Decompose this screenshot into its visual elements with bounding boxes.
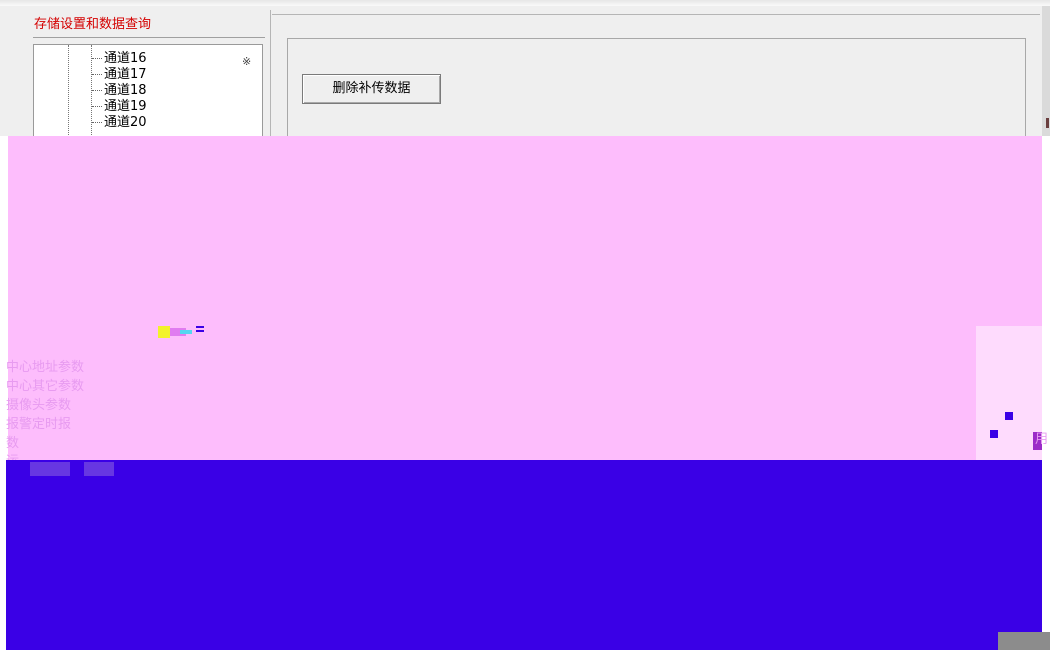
overlay-pink-block: [8, 136, 1042, 326]
faded-label: 用: [1035, 432, 1049, 447]
right-edge-marker-icon: [1046, 118, 1049, 128]
faded-label: 中心地址参数: [6, 360, 85, 375]
tree-item-label: 通道18: [104, 83, 147, 98]
faded-label: 报警定时报: [6, 417, 72, 432]
right-edge-strip: [1042, 6, 1050, 136]
tree-item-channel-17[interactable]: 通道17: [92, 67, 147, 83]
faded-label: 数: [6, 436, 20, 451]
overlay-artifact-icon: [990, 430, 998, 438]
panel-divider: [270, 10, 271, 136]
overlay-artifact-icon: [30, 462, 70, 476]
overlay-artifact-icon: [196, 326, 204, 328]
overlay-artifact-icon: [1005, 412, 1013, 420]
tree-item-channel-20[interactable]: 通道20: [92, 115, 147, 131]
overlay-artifact-icon: [180, 330, 192, 334]
panel-title: 存储设置和数据查询: [34, 17, 152, 32]
scroll-up-icon[interactable]: ※: [242, 55, 251, 68]
tree-item-channel-16[interactable]: 通道16: [92, 51, 147, 67]
overlay-artifact-icon: [158, 326, 170, 338]
faded-label: 摄像头参数: [6, 398, 72, 413]
panel-top-border: [272, 14, 1040, 15]
panel-title-underline: [33, 37, 265, 38]
tree-item-label: 通道17: [104, 67, 147, 82]
tree-item-label: 通道16: [104, 51, 147, 66]
overlay-artifact-icon: [84, 462, 114, 476]
delete-backfill-data-button[interactable]: 删除补传数据: [302, 74, 441, 104]
tree-item-channel-18[interactable]: 通道18: [92, 83, 147, 99]
channel-tree[interactable]: 通道16 通道17 通道18 通道19 通道20 ※: [33, 44, 263, 138]
tree-item-channel-19[interactable]: 通道19: [92, 99, 147, 115]
overlay-pink-block: [8, 326, 976, 460]
faded-label: 中心其它参数: [6, 379, 85, 394]
bottom-right-gray-block: [998, 632, 1050, 650]
overlay-blue-block: [6, 460, 1042, 650]
tree-guide-line: [68, 45, 69, 137]
tree-item-label: 通道20: [104, 115, 147, 130]
tree-item-label: 通道19: [104, 99, 147, 114]
